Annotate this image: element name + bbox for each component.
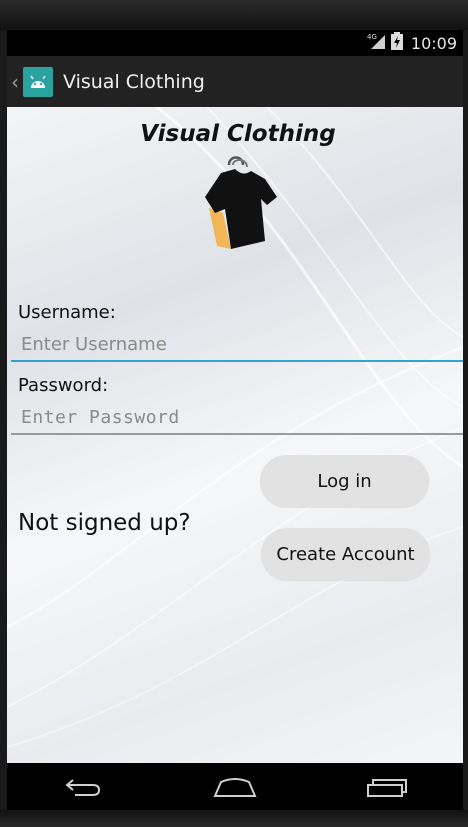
password-input[interactable]	[11, 401, 463, 435]
device-bezel-top	[0, 0, 468, 30]
login-screen: Visual Clothing Username: Password: Log …	[7, 107, 463, 763]
back-caret-icon[interactable]: ‹	[11, 70, 21, 94]
app-launcher-icon[interactable]	[23, 66, 53, 97]
device-screen: 4G 10:09 ‹ Visual Clothing Visual Clothi…	[7, 30, 463, 810]
login-button[interactable]: Log in	[260, 455, 429, 507]
device-bezel-bottom	[0, 810, 468, 827]
username-input[interactable]	[11, 328, 463, 362]
username-label: Username:	[18, 302, 116, 323]
signal-4g-icon: 4G	[367, 32, 387, 54]
tshirt-hanger-logo-icon	[205, 156, 277, 249]
nav-home-icon[interactable]	[195, 767, 275, 807]
nav-back-icon[interactable]	[43, 767, 123, 807]
action-bar-title: Visual Clothing	[63, 70, 205, 93]
password-label: Password:	[18, 375, 109, 396]
svg-text:4G: 4G	[367, 33, 377, 41]
signup-prompt: Not signed up?	[18, 510, 191, 536]
nav-recents-icon[interactable]	[347, 767, 427, 807]
status-bar: 4G 10:09	[7, 30, 463, 56]
battery-charging-icon	[390, 32, 403, 54]
status-time: 10:09	[410, 33, 457, 53]
action-bar: ‹ Visual Clothing	[7, 56, 463, 109]
create-account-button[interactable]: Create Account	[261, 528, 430, 580]
status-icons: 4G 10:09	[367, 30, 457, 56]
navigation-bar	[7, 763, 463, 810]
brand-title: Visual Clothing	[140, 121, 336, 147]
